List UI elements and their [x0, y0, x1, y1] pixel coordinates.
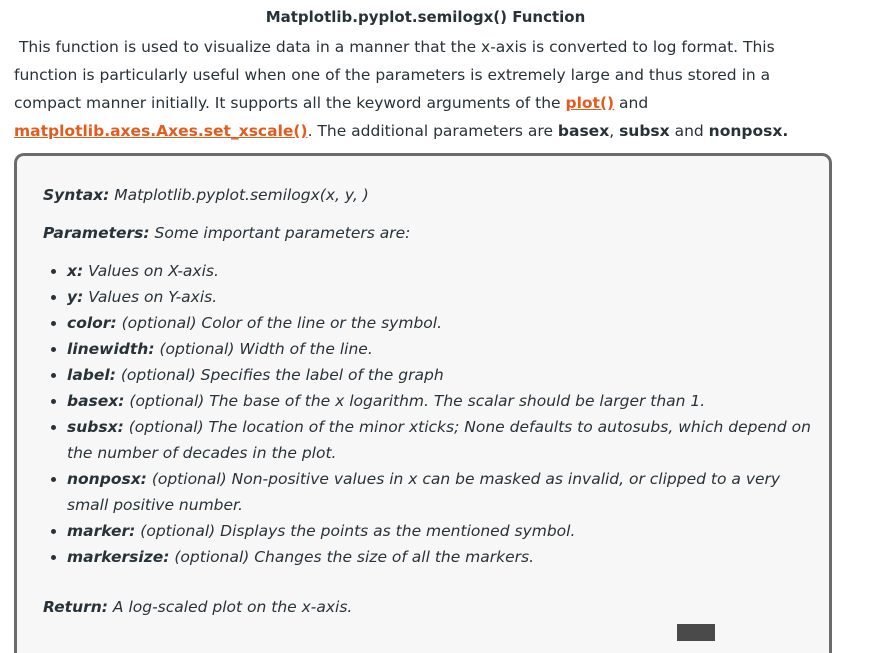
syntax-box: Syntax: Matplotlib.pyplot.semilogx(x, y,…: [14, 153, 832, 653]
parameters-value: Some important parameters are:: [149, 224, 411, 242]
param-desc: (optional) Changes the size of all the m…: [169, 548, 535, 566]
list-item: linewidth: (optional) Width of the line.: [67, 336, 815, 362]
param-name: nonposx:: [67, 470, 147, 488]
list-item: x: Values on X-axis.: [67, 258, 815, 284]
param-desc: (optional) Non-positive values in x can …: [67, 470, 781, 514]
param-desc: (optional) The location of the minor xti…: [67, 418, 811, 462]
param-desc: (optional) Displays the points as the me…: [135, 522, 576, 540]
scroll-to-top-button[interactable]: [677, 624, 715, 641]
list-item: basex: (optional) The base of the x loga…: [67, 388, 815, 414]
param-name: basex:: [67, 392, 125, 410]
param-name: marker:: [67, 522, 136, 540]
syntax-line: Syntax: Matplotlib.pyplot.semilogx(x, y,…: [43, 184, 369, 206]
parameters-line: Parameters: Some important parameters ar…: [43, 222, 410, 244]
param-name: subsx:: [67, 418, 124, 436]
param-desc: (optional) Color of the line or the symb…: [116, 314, 442, 332]
intro-sep-2: and: [669, 122, 709, 140]
parameters-label: Parameters:: [43, 224, 150, 242]
intro-sep-1: ,: [609, 122, 620, 140]
param-desc: Values on Y-axis.: [83, 288, 218, 306]
param-name: x:: [67, 262, 84, 280]
list-item: color: (optional) Color of the line or t…: [67, 310, 815, 336]
intro-text-2: and: [614, 94, 649, 112]
param-name: label:: [67, 366, 116, 384]
syntax-value: Matplotlib.pyplot.semilogx(x, y, ): [109, 186, 369, 204]
param-desc: Values on X-axis.: [83, 262, 219, 280]
param-name: markersize:: [67, 548, 170, 566]
syntax-label: Syntax:: [43, 186, 110, 204]
param-name: color:: [67, 314, 117, 332]
list-item: nonposx: (optional) Non-positive values …: [67, 466, 815, 518]
param-name: linewidth:: [67, 340, 155, 358]
list-item: marker: (optional) Displays the points a…: [67, 518, 815, 544]
list-item: markersize: (optional) Changes the size …: [67, 544, 815, 570]
intro-text-1: This function is used to visualize data …: [14, 38, 775, 112]
return-value: A log-scaled plot on the x-axis.: [108, 598, 353, 616]
return-line: Return: A log-scaled plot on the x-axis.: [43, 596, 352, 618]
intro-paragraph: This function is used to visualize data …: [14, 33, 839, 145]
nonposx-bold: nonposx.: [708, 122, 789, 140]
parameter-list: x: Values on X-axis. y: Values on Y-axis…: [43, 258, 815, 570]
plot-link[interactable]: plot(): [565, 94, 614, 112]
list-item: label: (optional) Specifies the label of…: [67, 362, 815, 388]
page-title: Matplotlib.pyplot.semilogx() Function: [265, 8, 586, 26]
subsx-bold: subsx: [619, 122, 670, 140]
param-desc: (optional) Width of the line.: [154, 340, 373, 358]
param-desc: (optional) The base of the x logarithm. …: [124, 392, 706, 410]
basex-bold: basex: [557, 122, 610, 140]
param-name: y:: [67, 288, 84, 306]
set-xscale-link[interactable]: matplotlib.axes.Axes.set_xscale(): [14, 122, 308, 140]
list-item: y: Values on Y-axis.: [67, 284, 815, 310]
list-item: subsx: (optional) The location of the mi…: [67, 414, 815, 466]
intro-text-3: . The additional parameters are: [307, 122, 558, 140]
return-label: Return:: [43, 598, 108, 616]
param-desc: (optional) Specifies the label of the gr…: [115, 366, 444, 384]
